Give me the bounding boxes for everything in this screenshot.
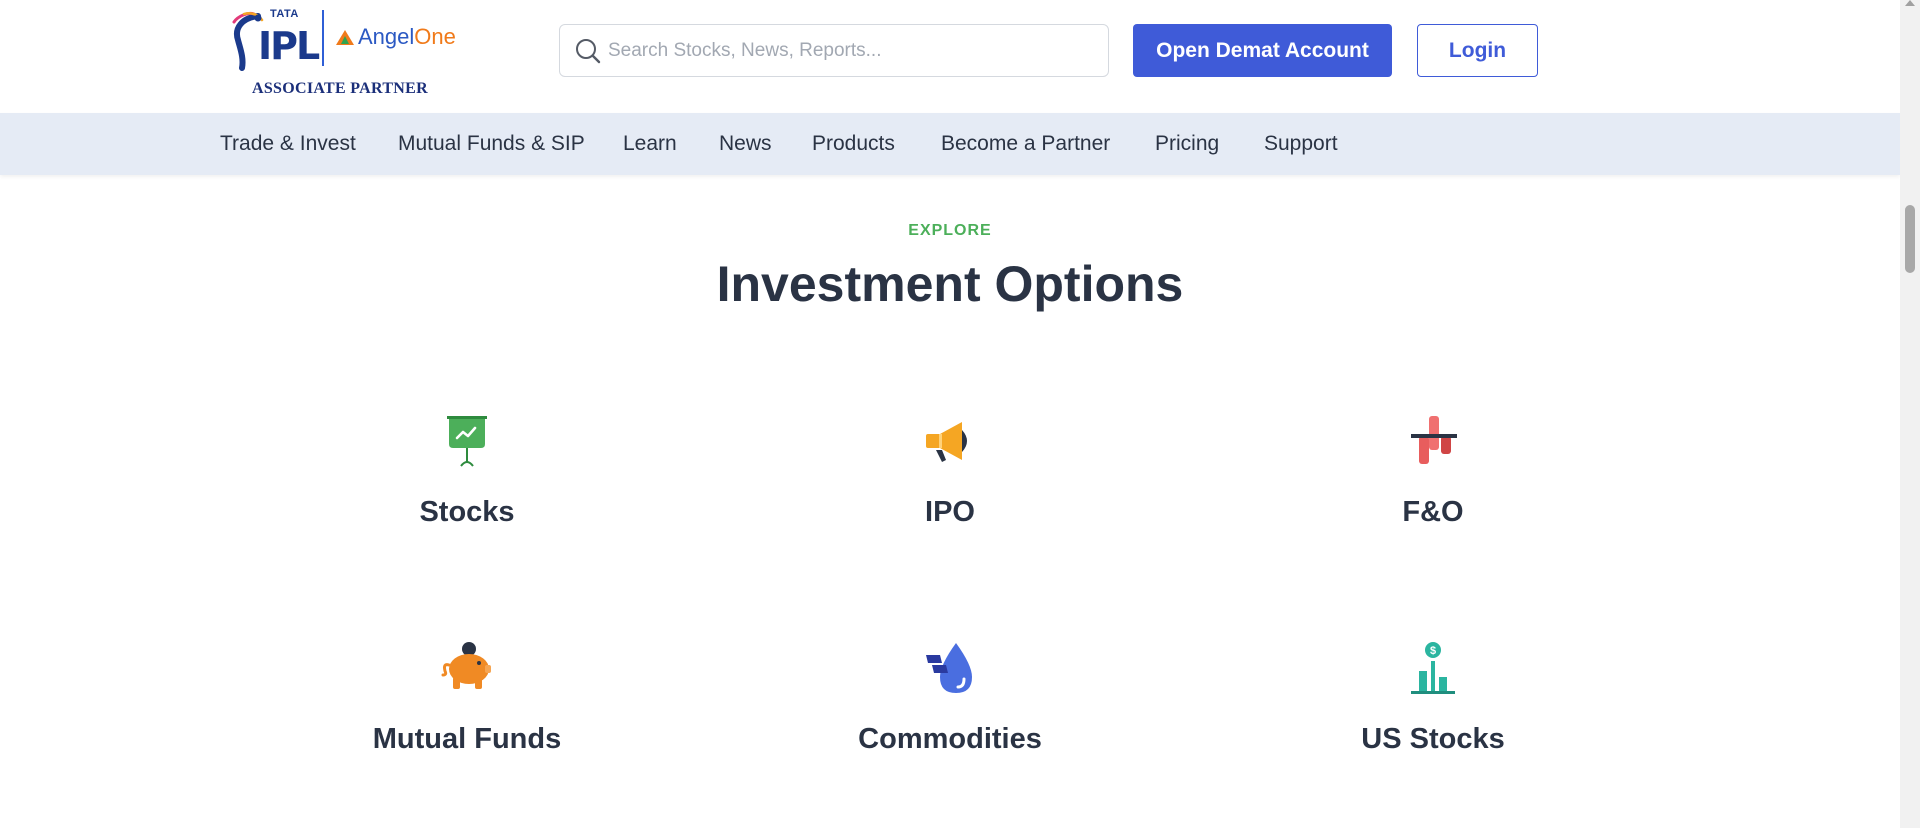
option-card-mutual-funds[interactable]: Mutual Funds [317, 641, 617, 791]
option-card-fno[interactable]: F&O [1283, 414, 1583, 564]
dollar-bars-icon: $ [1411, 642, 1455, 694]
section-eyebrow: EXPLORE [908, 222, 992, 239]
nav-item-pricing[interactable]: Pricing [1155, 132, 1219, 156]
site-header: TATA IPL AngelOne ASSOCIATE PARTNER Open… [0, 0, 1900, 113]
ipl-tata-text: TATA [270, 8, 299, 20]
piggy-bank-icon [441, 642, 491, 689]
option-label: Commodities [858, 723, 1042, 755]
nav-item-mutual-funds-sip[interactable]: Mutual Funds & SIP [398, 132, 585, 156]
main-nav: Trade & Invest Mutual Funds & SIP Learn … [0, 113, 1900, 175]
open-demat-account-button[interactable]: Open Demat Account [1133, 24, 1392, 77]
nav-item-learn[interactable]: Learn [623, 132, 677, 156]
search-input[interactable] [608, 25, 1098, 76]
option-label: Mutual Funds [372, 723, 562, 755]
nav-item-trade-invest[interactable]: Trade & Invest [220, 132, 356, 156]
option-card-us-stocks[interactable]: $ US Stocks [1283, 641, 1583, 791]
section-title: Investment Options [716, 256, 1184, 312]
option-card-stocks[interactable]: Stocks [317, 414, 617, 564]
option-label: IPO [925, 496, 975, 528]
nav-item-products[interactable]: Products [812, 132, 895, 156]
nav-item-become-partner[interactable]: Become a Partner [941, 132, 1110, 156]
megaphone-icon [926, 422, 967, 462]
ipl-logo: TATA IPL [228, 6, 320, 71]
oil-drop-gold-icon [926, 643, 972, 693]
ipl-text: IPL [258, 24, 320, 68]
scroll-up-arrow-icon[interactable] [1905, 0, 1915, 6]
logo-divider [322, 10, 324, 66]
search-icon [576, 39, 601, 64]
option-label: US Stocks [1361, 723, 1505, 755]
presentation-chart-icon [447, 416, 487, 467]
associate-partner-text: ASSOCIATE PARTNER [252, 80, 428, 97]
angel-name: Angel [358, 24, 415, 49]
option-card-commodities[interactable]: Commodities [800, 641, 1100, 791]
page-scrollbar[interactable] [1900, 0, 1920, 828]
scroll-thumb[interactable] [1905, 205, 1915, 273]
nav-item-news[interactable]: News [719, 132, 772, 156]
nav-item-support[interactable]: Support [1264, 132, 1338, 156]
angelone-mark-icon [336, 30, 354, 45]
candlestick-icon [1411, 416, 1457, 464]
angelone-logo: AngelOne [336, 24, 456, 50]
search-box[interactable] [559, 24, 1109, 77]
option-label: F&O [1402, 496, 1464, 528]
option-label: Stocks [419, 496, 515, 528]
angel-suffix: One [414, 24, 456, 49]
brand-logo[interactable]: TATA IPL AngelOne ASSOCIATE PARTNER [224, 4, 464, 102]
login-button[interactable]: Login [1417, 24, 1538, 77]
option-card-ipo[interactable]: IPO [800, 414, 1100, 564]
svg-text:$: $ [1430, 645, 1436, 657]
